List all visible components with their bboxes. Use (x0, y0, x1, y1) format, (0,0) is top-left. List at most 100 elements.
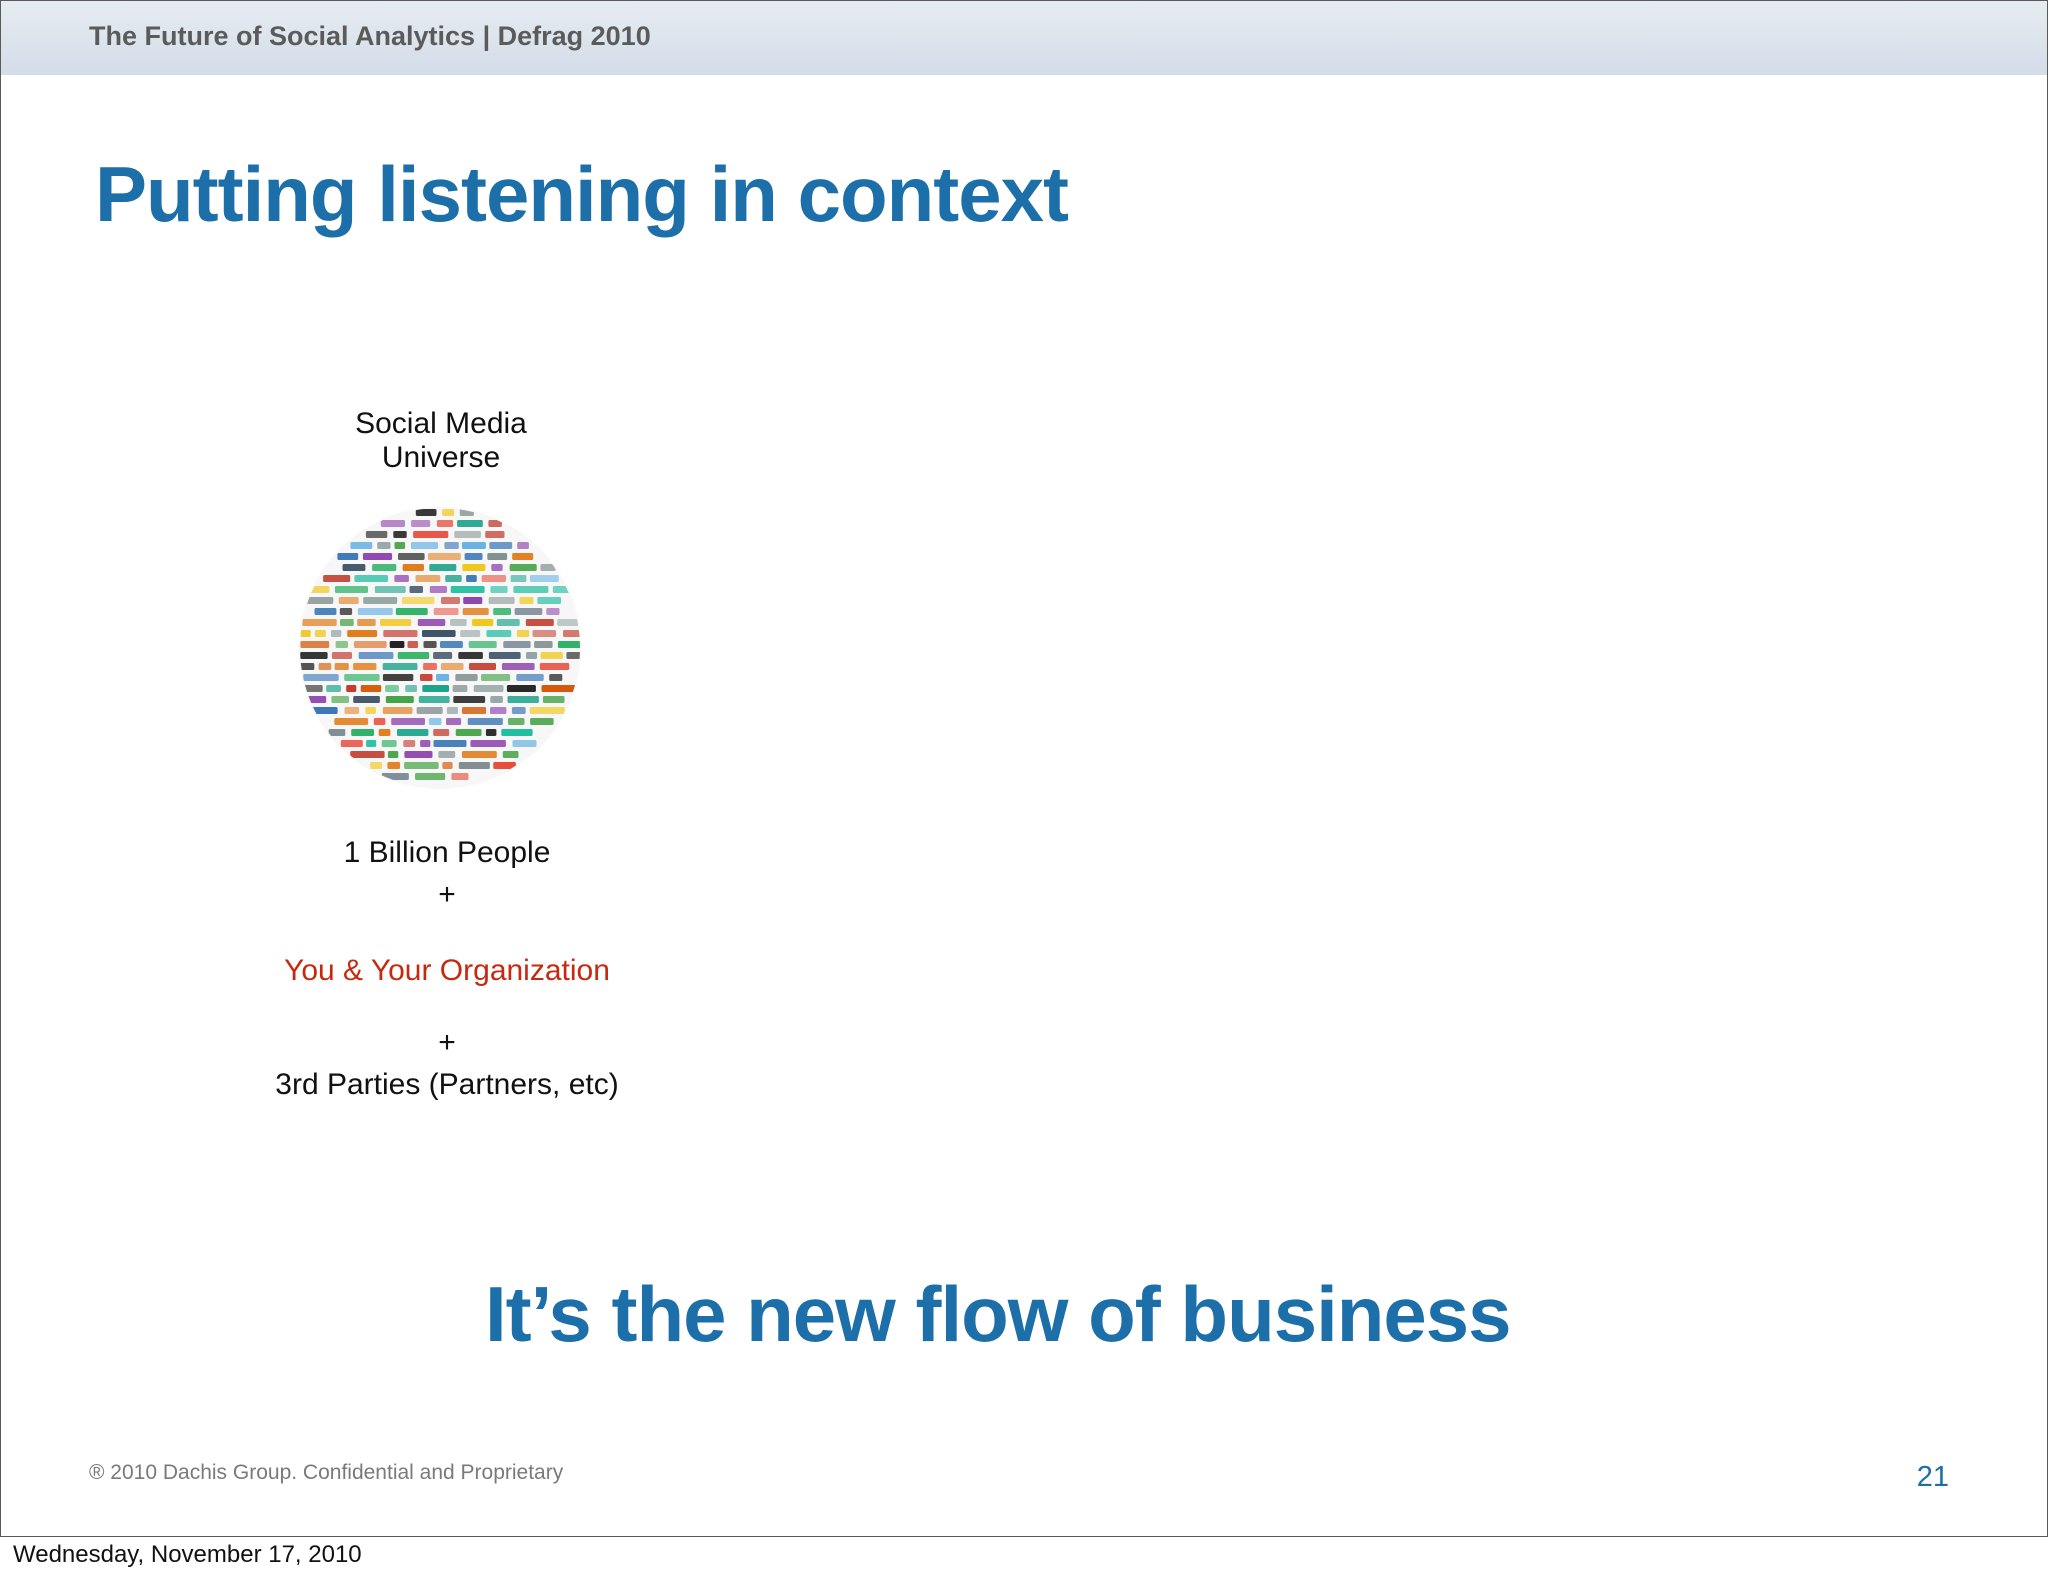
social-media-logos-sphere (299, 507, 581, 789)
logo-tile (496, 619, 520, 626)
logo-tile (374, 586, 406, 593)
logo-tile (372, 564, 397, 571)
logo-tile (485, 729, 497, 736)
logo-tile (339, 608, 353, 615)
logo-tile (488, 652, 521, 659)
logo-tile (488, 597, 515, 604)
logo-tile (557, 641, 580, 648)
logo-tile (540, 652, 563, 659)
logo-tile (420, 740, 431, 747)
logo-tile (314, 608, 337, 615)
logo-tile (537, 597, 561, 604)
logo-tile (433, 729, 450, 736)
logo-tile (429, 564, 457, 571)
logo-tile (403, 740, 416, 747)
logo-tile (525, 619, 554, 626)
logo-tile (303, 707, 338, 714)
logo-tile (530, 718, 554, 725)
page-title: Putting listening in context (95, 150, 1069, 238)
tagline: It’s the new flow of business (485, 1270, 1512, 1358)
logo-tile (326, 685, 341, 692)
logo-tile (409, 586, 423, 593)
logo-tile (405, 685, 417, 692)
logo-tile (463, 597, 483, 604)
logo-tile (436, 674, 450, 681)
logo-tile (328, 729, 346, 736)
logo-tile (330, 630, 342, 637)
logo-tile (453, 696, 486, 703)
logo-tile (415, 509, 437, 516)
logo-tile (346, 685, 357, 692)
logo-tile (354, 575, 388, 582)
logo-tile (440, 663, 464, 670)
logo-tile (455, 729, 482, 736)
page-number: 21 (1916, 1461, 1949, 1493)
people-text: 1 Billion People (343, 836, 551, 869)
logo-tile (516, 674, 544, 681)
logo-tile (460, 630, 481, 637)
logo-tile (315, 630, 326, 637)
logo-tile (357, 608, 393, 615)
header-title: The Future of Social Analytics | Defrag … (89, 21, 651, 51)
logo-tile (541, 685, 577, 692)
logo-tile (395, 608, 428, 615)
logo-tile (512, 553, 534, 560)
logo-tile (404, 751, 433, 758)
organization-text: You & Your Organization (284, 954, 610, 987)
logo-tile (526, 652, 538, 659)
logo-tile (380, 619, 412, 626)
logo-tile (302, 619, 337, 626)
third-parties-text: 3rd Parties (Partners, etc) (275, 1068, 619, 1101)
logo-tile (529, 707, 565, 714)
logo-tile (462, 608, 489, 615)
logo-tile (415, 575, 441, 582)
logo-tile (485, 531, 505, 538)
logo-tile (407, 641, 419, 648)
logo-tile (334, 586, 368, 593)
logo-tile (450, 586, 485, 593)
logo-tile (557, 619, 579, 626)
logo-tile (441, 597, 460, 604)
logo-tile (433, 608, 459, 615)
logo-tile (512, 740, 537, 747)
logo-tile (552, 586, 578, 593)
logo-tile (387, 762, 401, 769)
logo-tile (394, 575, 409, 582)
logo-tile (323, 575, 351, 582)
logo-tile (363, 597, 398, 604)
logo-tile (517, 542, 529, 549)
logo-tile (422, 685, 449, 692)
logo-tile (381, 740, 397, 747)
logo-tile (417, 619, 446, 626)
logo-tile (404, 762, 439, 769)
logo-tile (451, 773, 469, 780)
logo-tile (493, 608, 511, 615)
logo-tile (464, 553, 483, 560)
logo-tile (351, 729, 374, 736)
logo-tile (546, 608, 560, 615)
logo-tile (398, 553, 425, 560)
logo-tile (411, 520, 431, 527)
logo-tile (501, 729, 533, 736)
logo-tile (511, 707, 526, 714)
logo-tile (382, 674, 414, 681)
logo-tile (383, 630, 418, 637)
logo-tile (490, 586, 508, 593)
logo-tile (454, 531, 481, 538)
date-caption: Wednesday, November 17, 2010 (13, 1541, 362, 1568)
logo-tile (458, 652, 483, 659)
logo-tile (507, 696, 539, 703)
universe-label-line2: Universe (381, 441, 501, 474)
logo-tile (462, 707, 487, 714)
logo-tile (353, 663, 377, 670)
logo-tile (358, 652, 394, 659)
logo-tile (385, 685, 399, 692)
logo-tile (353, 696, 380, 703)
logo-tile (420, 674, 433, 681)
logo-tile (344, 674, 380, 681)
logo-tile (373, 718, 386, 725)
universe-label: Social Media Universe (291, 407, 591, 475)
logo-tile (436, 520, 454, 527)
logo-tile (303, 674, 339, 681)
logo-tile (427, 553, 461, 560)
